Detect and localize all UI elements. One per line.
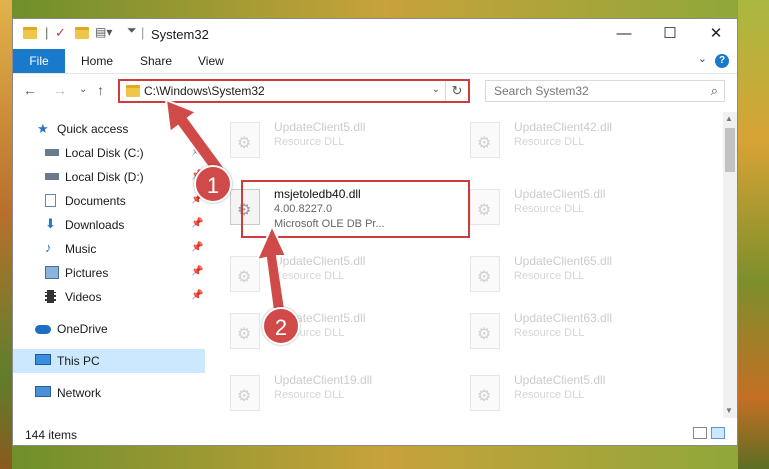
step-2-badge: 2 [262,307,300,345]
arrow-to-file [255,223,288,320]
step-1-badge: 1 [194,165,232,203]
tutorial-arrows [164,98,288,320]
